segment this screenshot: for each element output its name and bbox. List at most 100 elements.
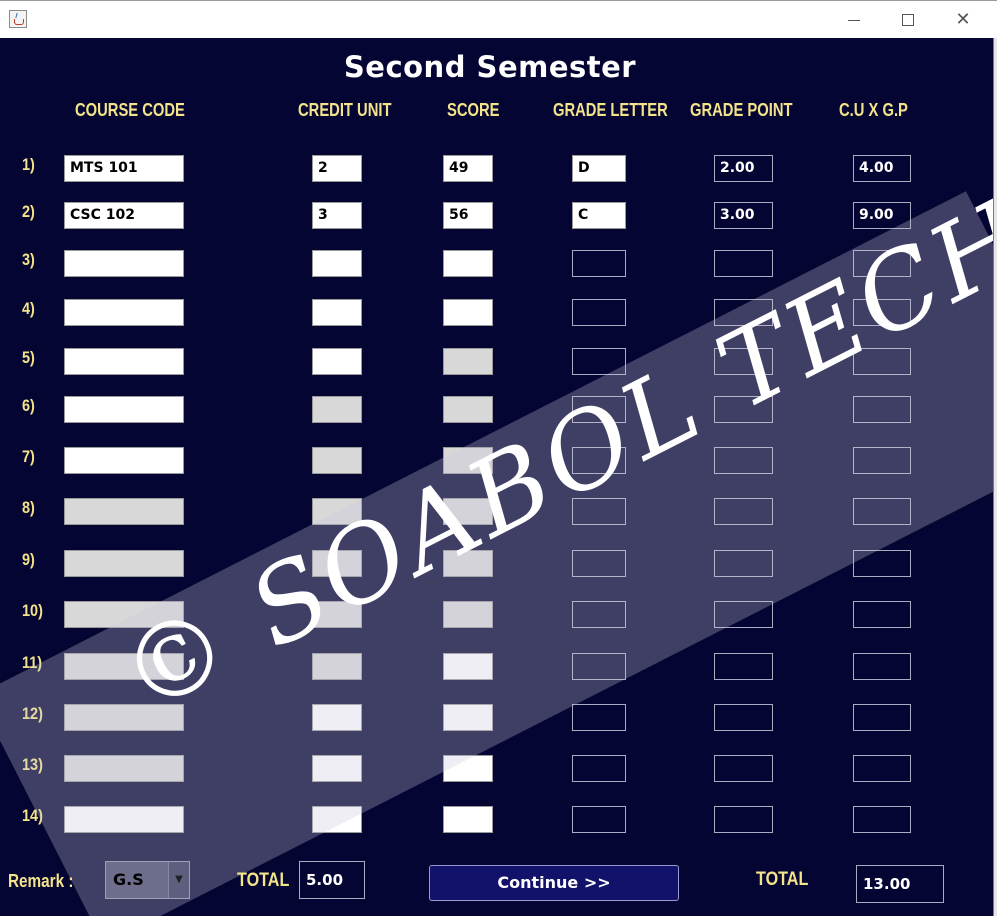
column-header-grade-point: GRADE POINT xyxy=(690,100,793,120)
course-code-input[interactable] xyxy=(64,447,184,474)
course-code-input[interactable] xyxy=(64,704,184,731)
course-code-input[interactable] xyxy=(64,601,184,628)
cu-x-gp-field xyxy=(853,299,911,326)
minimize-button[interactable] xyxy=(839,9,869,31)
course-code-input[interactable]: MTS 101 xyxy=(64,155,184,182)
java-app-icon xyxy=(9,10,27,28)
close-button[interactable]: ✕ xyxy=(948,9,978,31)
watermark-text: © SOABOL TECH xyxy=(101,174,993,738)
credit-unit-input[interactable] xyxy=(312,653,362,680)
score-input[interactable] xyxy=(443,653,493,680)
course-code-input[interactable] xyxy=(64,653,184,680)
course-code-input[interactable] xyxy=(64,806,184,833)
grade-letter-field xyxy=(572,653,626,680)
grade-point-field xyxy=(714,550,773,577)
credit-unit-input[interactable] xyxy=(312,550,362,577)
cu-x-gp-field xyxy=(853,447,911,474)
cu-x-gp-field xyxy=(853,550,911,577)
credit-unit-input[interactable] xyxy=(312,755,362,782)
grade-point-field xyxy=(714,447,773,474)
cu-x-gp-field xyxy=(853,653,911,680)
credit-unit-input[interactable] xyxy=(312,396,362,423)
score-input[interactable] xyxy=(443,447,493,474)
score-input[interactable]: 49 xyxy=(443,155,493,182)
cu-x-gp-field xyxy=(853,498,911,525)
chevron-down-icon[interactable]: ▼ xyxy=(168,862,189,898)
score-input[interactable] xyxy=(443,704,493,731)
grade-letter-field xyxy=(572,704,626,731)
credit-unit-input[interactable] xyxy=(312,348,362,375)
cu-x-gp-field xyxy=(853,704,911,731)
score-input[interactable] xyxy=(443,250,493,277)
course-code-input[interactable]: CSC 102 xyxy=(64,202,184,229)
window-edge xyxy=(993,38,997,916)
credit-unit-input[interactable] xyxy=(312,299,362,326)
credit-unit-input[interactable] xyxy=(312,447,362,474)
column-header-score: SCORE xyxy=(447,100,500,120)
semester-panel: Second Semester COURSE CODE CREDIT UNIT … xyxy=(0,38,993,916)
score-input[interactable] xyxy=(443,601,493,628)
total-points-field[interactable]: 13.00 xyxy=(856,865,944,903)
row-number: 1) xyxy=(22,155,35,174)
row-number: 7) xyxy=(22,447,35,466)
grade-point-field xyxy=(714,299,773,326)
credit-unit-input[interactable] xyxy=(312,498,362,525)
row-number: 5) xyxy=(22,348,35,367)
course-code-input[interactable] xyxy=(64,755,184,782)
course-code-input[interactable] xyxy=(64,550,184,577)
total-credit-field[interactable]: 5.00 xyxy=(299,861,365,899)
grade-letter-field xyxy=(572,550,626,577)
credit-unit-input[interactable]: 3 xyxy=(312,202,362,229)
score-input[interactable]: 56 xyxy=(443,202,493,229)
row-number: 10) xyxy=(22,601,43,620)
credit-unit-input[interactable] xyxy=(312,704,362,731)
cu-x-gp-field xyxy=(853,396,911,423)
score-input[interactable] xyxy=(443,550,493,577)
continue-button[interactable]: Continue >> xyxy=(429,865,679,901)
credit-unit-input[interactable] xyxy=(312,250,362,277)
credit-unit-input[interactable] xyxy=(312,601,362,628)
grade-point-field: 3.00 xyxy=(714,202,773,229)
score-input[interactable] xyxy=(443,498,493,525)
row-number: 8) xyxy=(22,498,35,517)
course-code-input[interactable] xyxy=(64,498,184,525)
credit-unit-input[interactable] xyxy=(312,806,362,833)
column-header-grade-letter: GRADE LETTER xyxy=(553,100,668,120)
grade-letter-field xyxy=(572,299,626,326)
grade-point-field xyxy=(714,348,773,375)
row-number: 9) xyxy=(22,550,35,569)
maximize-button[interactable] xyxy=(893,9,923,31)
course-code-input[interactable] xyxy=(64,250,184,277)
row-number: 4) xyxy=(22,299,35,318)
grade-letter-field: D xyxy=(572,155,626,182)
course-code-input[interactable] xyxy=(64,299,184,326)
grade-point-field xyxy=(714,653,773,680)
grade-point-field xyxy=(714,755,773,782)
cu-x-gp-field xyxy=(853,250,911,277)
score-input[interactable] xyxy=(443,348,493,375)
row-number: 2) xyxy=(22,202,35,221)
total-credit-label: TOTAL xyxy=(237,870,290,891)
remark-select-value: G.S xyxy=(113,870,144,889)
grade-letter-field xyxy=(572,447,626,474)
score-input[interactable] xyxy=(443,806,493,833)
row-number: 12) xyxy=(22,704,43,723)
grade-point-field xyxy=(714,601,773,628)
row-number: 11) xyxy=(22,653,43,672)
grade-letter-field xyxy=(572,601,626,628)
score-input[interactable] xyxy=(443,299,493,326)
total-points-label: TOTAL xyxy=(756,869,809,890)
grade-letter-field xyxy=(572,498,626,525)
cu-x-gp-field: 9.00 xyxy=(853,202,911,229)
remark-label: Remark : xyxy=(8,871,74,891)
score-input[interactable] xyxy=(443,755,493,782)
column-header-credit-unit: CREDIT UNIT xyxy=(298,100,392,120)
cu-x-gp-field xyxy=(853,755,911,782)
course-code-input[interactable] xyxy=(64,396,184,423)
credit-unit-input[interactable]: 2 xyxy=(312,155,362,182)
course-code-input[interactable] xyxy=(64,348,184,375)
close-icon: ✕ xyxy=(955,9,971,30)
maximize-icon xyxy=(902,14,914,26)
remark-select[interactable]: G.S ▼ xyxy=(105,861,190,899)
score-input[interactable] xyxy=(443,396,493,423)
